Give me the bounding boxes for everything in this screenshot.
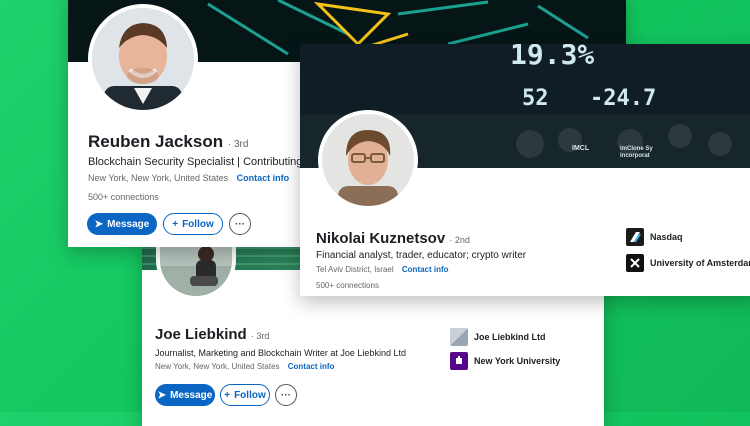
profile-location: Tel Aviv District, Israel Contact info (316, 265, 449, 274)
org-item[interactable]: Nasdaq (626, 228, 683, 246)
profile-headline: Financial analyst, trader, educator; cry… (316, 250, 527, 261)
send-icon: ➤ (94, 218, 104, 230)
org-item[interactable]: University of Amsterdam (626, 254, 750, 272)
follow-button[interactable]: + Follow (163, 213, 223, 235)
message-button[interactable]: ➤ Message (87, 213, 157, 235)
message-button[interactable]: ➤ Message (155, 384, 215, 406)
contact-info-link[interactable]: Contact info (237, 173, 290, 183)
ticker-company: ImClone Sy Incorporat (620, 146, 653, 159)
nyu-logo-icon (450, 352, 468, 370)
message-button-label: Message (170, 389, 213, 401)
profile-name: Nikolai Kuznetsov · 2nd (316, 230, 470, 247)
avatar[interactable] (88, 4, 198, 114)
more-options-button[interactable]: ··· (275, 384, 297, 406)
profile-headline: Blockchain Security Specialist | Contrib… (88, 156, 303, 168)
send-icon: ➤ (157, 389, 167, 401)
ticker-value: 19.3% (510, 44, 595, 71)
more-options-button[interactable]: ··· (229, 213, 251, 235)
org-name: Joe Liebkind Ltd (474, 332, 546, 342)
follow-button[interactable]: + Follow (220, 384, 270, 406)
org-name: Nasdaq (650, 232, 683, 242)
contact-info-link[interactable]: Contact info (402, 265, 449, 274)
profile-location: New York, New York, United States Contac… (88, 173, 290, 183)
nasdaq-logo-icon (626, 228, 644, 246)
org-item[interactable]: Joe Liebkind Ltd (450, 328, 546, 346)
avatar[interactable] (318, 110, 418, 210)
org-item[interactable]: New York University (450, 352, 560, 370)
profile-location: New York, New York, United States Contac… (155, 362, 335, 371)
ticker-value: 52 (522, 86, 549, 111)
connection-degree: · 3rd (227, 139, 249, 150)
connection-degree: · 3rd (250, 331, 270, 341)
profile-name: Reuben Jackson · 3rd (88, 132, 249, 151)
contact-info-link[interactable]: Contact info (288, 362, 335, 371)
profile-name: Joe Liebkind · 3rd (155, 326, 270, 343)
ticker-value: -24.7 (590, 86, 657, 111)
uva-logo-icon (626, 254, 644, 272)
follow-button-label: Follow (182, 218, 214, 230)
plus-icon: + (172, 218, 179, 230)
org-name: University of Amsterdam (650, 258, 750, 268)
person-photo-icon (322, 114, 414, 206)
plus-icon: + (224, 389, 231, 401)
profile-card-nikolai: 19.3% 52 -24.7 IMCL ImClone Sy Incorpora… (300, 44, 750, 296)
profile-headline: Journalist, Marketing and Blockchain Wri… (155, 348, 406, 358)
person-photo-icon (92, 8, 194, 110)
message-button-label: Message (107, 218, 150, 230)
follow-button-label: Follow (234, 389, 266, 401)
connection-degree: · 2nd (449, 235, 470, 245)
connections-count[interactable]: 500+ connections (88, 192, 159, 202)
ticker-symbol: IMCL (572, 145, 590, 152)
connections-count[interactable]: 500+ connections (316, 281, 379, 290)
company-logo-icon (450, 328, 468, 346)
org-name: New York University (474, 356, 561, 366)
